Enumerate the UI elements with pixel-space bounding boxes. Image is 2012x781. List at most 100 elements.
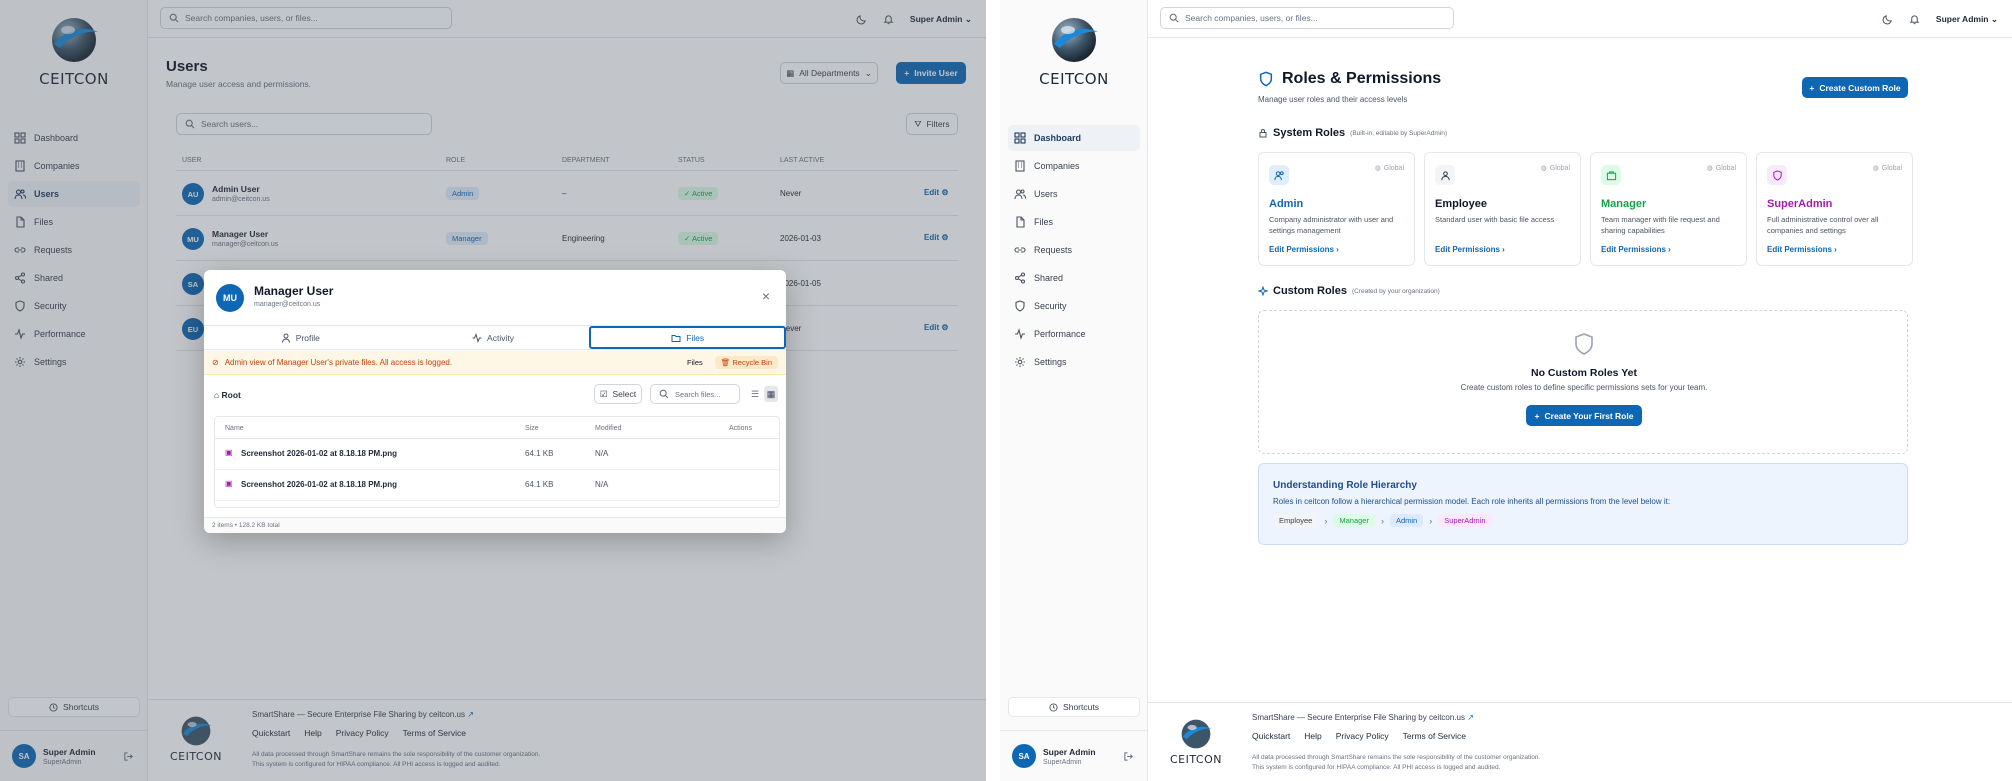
footer-link-privacy[interactable]: Privacy Policy <box>1336 731 1389 741</box>
system-roles-heading: System Roles (Built-in, editable by Supe… <box>1258 127 1447 139</box>
file-row[interactable]: ▣ Screenshot 2026-01-02 at 8.18.18 PM.pn… <box>215 439 779 470</box>
footer-link-quickstart[interactable]: Quickstart <box>1252 731 1290 741</box>
file-row[interactable]: ▣ Screenshot 2026-01-02 at 8.18.18 PM.pn… <box>215 470 779 501</box>
ceitcon-logo[interactable]: CEITCON <box>1026 14 1122 88</box>
edit-permissions-link[interactable]: Edit Permissions › <box>1767 245 1837 254</box>
sidebar-item-performance[interactable]: Performance <box>1008 321 1140 347</box>
sidebar-item-label: Companies <box>1034 161 1080 171</box>
files-toggle[interactable]: Files <box>681 356 709 369</box>
sidebar-item-users[interactable]: Users <box>1008 181 1140 207</box>
close-icon[interactable]: × <box>762 288 770 304</box>
footer-links: Quickstart Help Privacy Policy Terms of … <box>1252 731 1466 741</box>
role-name: Employee <box>1435 198 1487 210</box>
tab-label: Profile <box>295 332 320 343</box>
footer-tagline[interactable]: SmartShare — Secure Enterprise File Shar… <box>1252 713 1474 722</box>
shortcuts-button[interactable]: Shortcuts <box>1008 697 1140 717</box>
tab-profile[interactable]: Profile <box>204 326 397 349</box>
sidebar-item-label: Performance <box>1034 329 1086 339</box>
global-badge: ◍ Global <box>1375 164 1404 173</box>
tab-label: Files <box>686 332 705 343</box>
edit-permissions-link[interactable]: Edit Permissions › <box>1435 245 1505 254</box>
footer-link-terms[interactable]: Terms of Service <box>1403 731 1466 741</box>
column-modified: Modified <box>595 425 622 432</box>
sidebar-item-requests[interactable]: Requests <box>1008 237 1140 263</box>
sidebar-item-label: Users <box>1034 189 1058 199</box>
current-user-box[interactable]: SA Super Admin SuperAdmin <box>1000 730 1148 781</box>
chevron-down-icon: ⌄ <box>1990 13 1998 24</box>
file-modified: N/A <box>595 480 609 489</box>
role-card-employee[interactable]: ◍ Global Employee Standard user with basi… <box>1424 152 1581 266</box>
hierarchy-description: Roles in ceitcon follow a hierarchical p… <box>1273 497 1671 506</box>
window-separator <box>986 0 1000 781</box>
column-actions: Actions <box>729 425 752 432</box>
select-button[interactable]: ☑ Select <box>594 384 642 404</box>
role-card-admin[interactable]: ◍ Global Admin Company administrator with… <box>1258 152 1415 266</box>
search-icon <box>1169 13 1179 23</box>
chevron-right-icon: › <box>1380 515 1384 526</box>
breadcrumb-root[interactable]: ⌂ Root <box>214 390 241 400</box>
create-first-role-label: Create Your First Role <box>1544 410 1634 421</box>
logo-text: CEITCON <box>1039 70 1109 88</box>
sidebar-item-companies[interactable]: Companies <box>1008 153 1140 179</box>
list-view-icon[interactable]: ☰ <box>748 386 762 402</box>
files-table-header: Name Size Modified Actions <box>215 417 779 439</box>
footer-link-help[interactable]: Help <box>1304 731 1321 741</box>
moon-icon[interactable] <box>1882 14 1893 25</box>
sidebar-item-dashboard[interactable]: Dashboard <box>1008 125 1140 151</box>
global-label: Global <box>1383 164 1404 172</box>
sidebar-item-label: Requests <box>1034 245 1073 255</box>
global-search-input[interactable]: Search companies, users, or files... <box>1160 7 1454 29</box>
sidebar: CEITCON Dashboard Companies Users Files … <box>1000 0 1148 781</box>
files-summary: 2 items • 128.2 KB total <box>204 517 786 533</box>
external-link-icon: ↗ <box>1467 713 1474 722</box>
sidebar-item-settings[interactable]: Settings <box>1008 349 1140 375</box>
global-label: Global <box>1715 164 1736 172</box>
edit-permissions-label: Edit Permissions <box>1269 245 1334 254</box>
create-custom-role-button[interactable]: + Create Custom Role <box>1802 77 1908 98</box>
edit-permissions-link[interactable]: Edit Permissions › <box>1601 245 1671 254</box>
file-size: 64.1 KB <box>525 480 554 489</box>
image-file-icon: ▣ <box>225 479 233 488</box>
sidebar-item-label: Security <box>1034 301 1067 311</box>
breadcrumb-label: Root <box>221 390 241 400</box>
role-card-superadmin[interactable]: ◍ Global SuperAdmin Full administrative c… <box>1756 152 1913 266</box>
files-toolbar: ⌂ Root ☑ Select Search files... ☰ ▦ <box>214 384 778 406</box>
current-user-name: Super Admin <box>1043 746 1096 757</box>
empty-description: Create custom roles to define specific p… <box>1460 383 1708 392</box>
global-badge: ◍ Global <box>1873 164 1902 173</box>
grid-view-icon[interactable]: ▦ <box>764 386 778 402</box>
logout-icon[interactable] <box>1123 751 1134 762</box>
globe-logo-icon <box>1048 14 1100 66</box>
file-search-input[interactable]: Search files... <box>650 384 740 404</box>
footer: CEITCON SmartShare — Secure Enterprise F… <box>1148 702 2012 781</box>
sidebar-item-label: Dashboard <box>1034 133 1082 143</box>
shield-icon <box>1767 165 1787 185</box>
role-description: Company administrator with user and sett… <box>1269 215 1394 235</box>
roles-page: Roles & Permissions Manage user roles an… <box>1148 38 2012 699</box>
edit-permissions-label: Edit Permissions <box>1435 245 1500 254</box>
globe-icon: ◍ <box>1540 165 1547 172</box>
globe-icon: ◍ <box>1706 165 1713 172</box>
lock-icon <box>1259 129 1267 138</box>
sidebar-item-files[interactable]: Files <box>1008 209 1140 235</box>
sidebar-item-shared[interactable]: Shared <box>1008 265 1140 291</box>
hierarchy-chip-employee: Employee <box>1273 514 1319 527</box>
role-description: Standard user with basic file access <box>1435 215 1555 224</box>
create-first-role-button[interactable]: + Create Your First Role <box>1526 405 1642 426</box>
tab-activity[interactable]: Activity <box>397 326 590 349</box>
building-icon <box>1015 160 1025 172</box>
bell-icon[interactable] <box>1909 14 1920 25</box>
sidebar-item-security[interactable]: Security <box>1008 293 1140 319</box>
edit-permissions-link[interactable]: Edit Permissions › <box>1269 245 1339 254</box>
gear-icon <box>1015 357 1025 367</box>
footer-tagline-text: SmartShare — Secure Enterprise File Shar… <box>1252 713 1465 722</box>
role-card-manager[interactable]: ◍ Global Manager Team manager with file r… <box>1590 152 1747 266</box>
tab-files[interactable]: Files <box>589 326 786 349</box>
user-menu[interactable]: Super Admin ⌄ <box>1936 14 1998 25</box>
footer-note-line: All data processed through SmartShare re… <box>1252 754 1541 761</box>
tab-label: Activity <box>487 332 514 343</box>
footer-logo: CEITCON <box>1166 717 1226 766</box>
topbar-actions: Super Admin ⌄ <box>1882 0 1998 38</box>
footer-note-line: This system is configured for HIPAA comp… <box>1252 764 1501 771</box>
recycle-bin-toggle[interactable]: 🗑 Recycle Bin <box>714 356 778 369</box>
